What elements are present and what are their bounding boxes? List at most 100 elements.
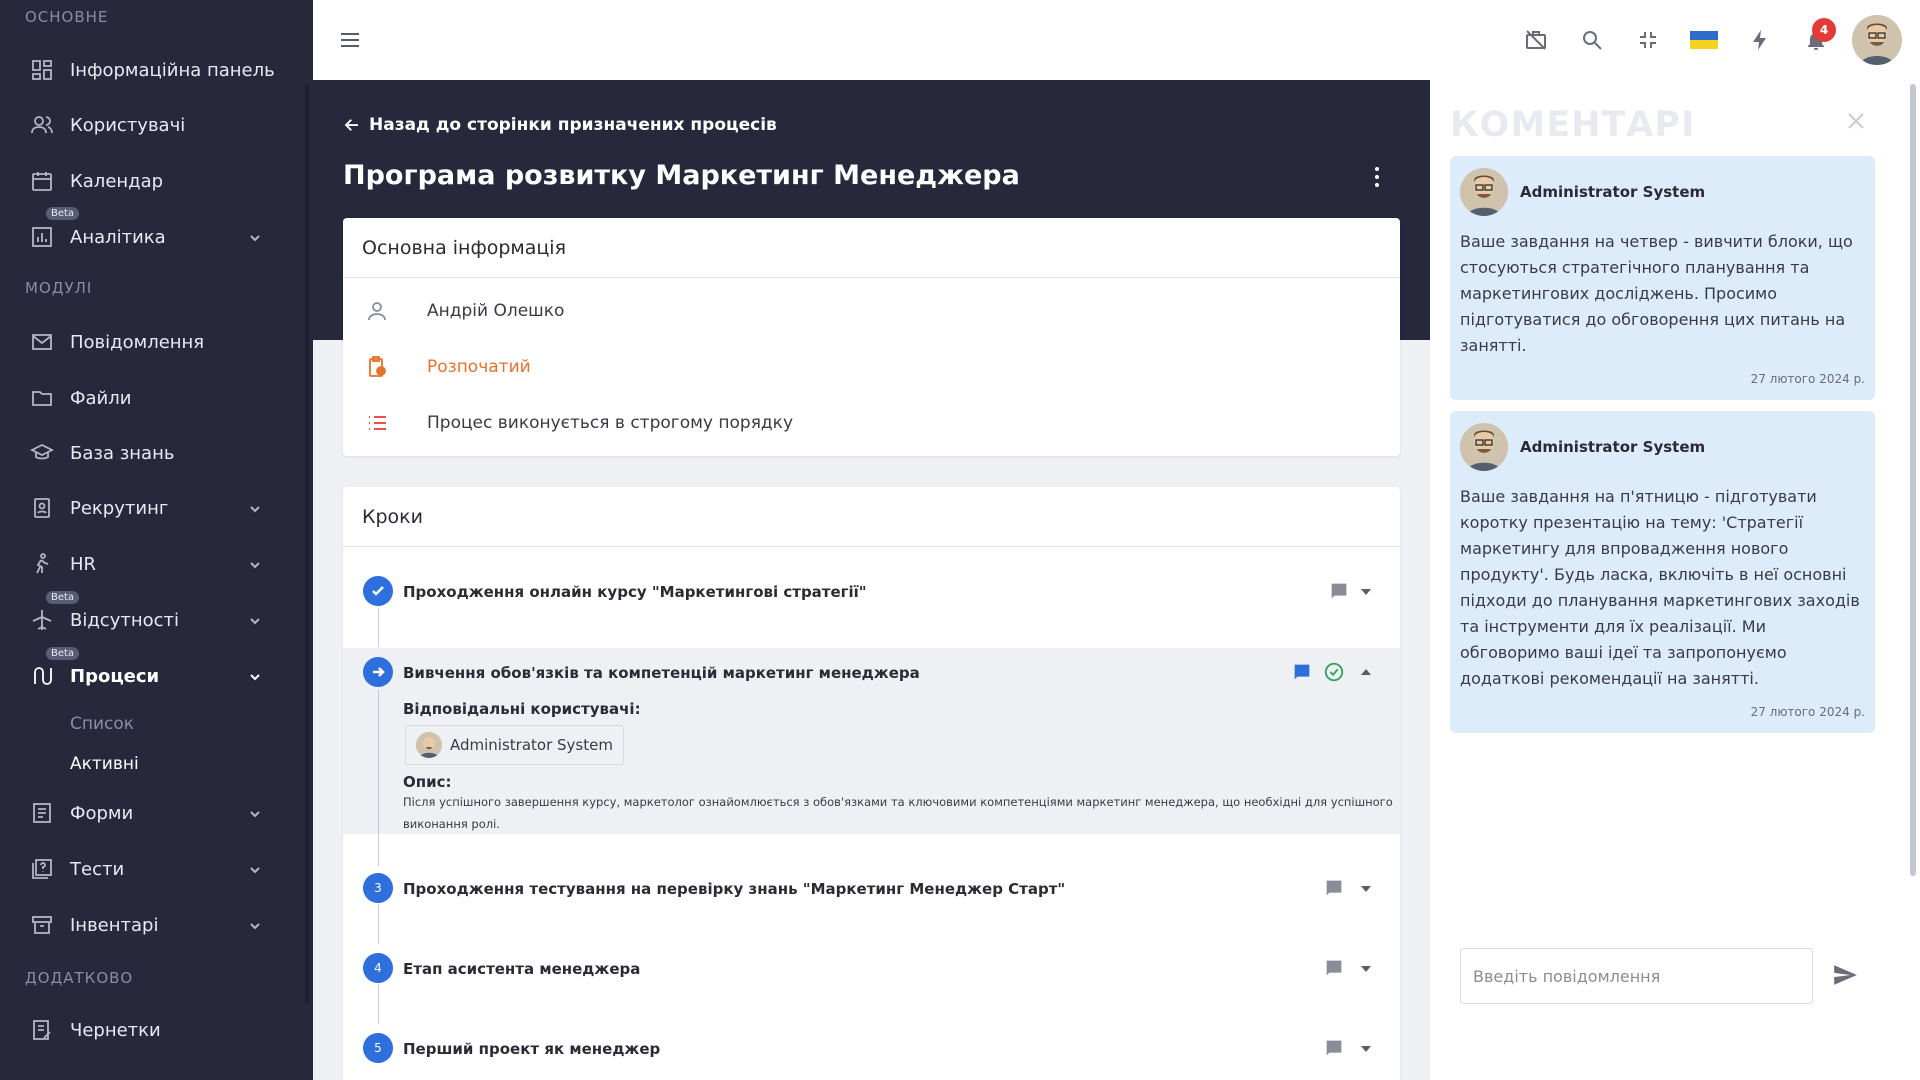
description-text-line2: виконання ролі.: [403, 817, 500, 831]
flash-icon[interactable]: [1732, 12, 1788, 68]
comment-author: Administrator System: [1520, 438, 1706, 456]
sidebar-item-label: Користувачі: [70, 114, 186, 136]
step-connector: [378, 904, 379, 944]
assignee-name: Андрій Олешко: [427, 301, 565, 321]
sidebar-item-label: Інвентарі: [70, 914, 159, 936]
sidebar-item-tests[interactable]: Тести: [0, 846, 300, 892]
sidebar-item-hr[interactable]: HR: [0, 541, 300, 587]
info-card-heading: Основна інформація: [343, 218, 1400, 278]
work-off-icon[interactable]: [1508, 12, 1564, 68]
step-number: 5: [363, 1033, 393, 1063]
hamburger-menu-icon[interactable]: [338, 28, 362, 52]
expand-caret-icon[interactable]: [1361, 589, 1371, 595]
responsible-user-chip[interactable]: Administrator System: [405, 725, 624, 765]
description-text-line1: Після успішного завершення курсу, маркет…: [403, 795, 1393, 809]
collapse-icon[interactable]: [1620, 12, 1676, 68]
back-link[interactable]: Назад до сторінки призначених процесів: [343, 115, 777, 135]
step-title: Етап асистента менеджера: [403, 960, 641, 978]
sidebar-item-inventory[interactable]: Інвентарі: [0, 902, 300, 948]
close-icon[interactable]: [1845, 110, 1867, 132]
analytics-icon: [29, 224, 55, 250]
comment-icon[interactable]: [1328, 580, 1350, 602]
step-title: Проходження онлайн курсу "Маркетингові с…: [403, 583, 867, 601]
person-icon: [363, 299, 391, 323]
sidebar-scrollbar[interactable]: [305, 84, 309, 1004]
comment-icon[interactable]: [1323, 957, 1345, 979]
topbar: 4: [313, 0, 1920, 80]
user-avatar[interactable]: [1852, 15, 1902, 65]
more-options-icon[interactable]: [1365, 163, 1389, 191]
status-text: Розпочатий: [427, 357, 531, 377]
dashboard-icon: [29, 57, 55, 83]
sidebar-item-absences[interactable]: Відсутності: [0, 597, 300, 643]
avatar: [416, 732, 442, 758]
info-card: Основна інформація Андрій Олешко Розпоча…: [343, 218, 1400, 456]
chevron-down-icon: [248, 612, 262, 626]
clipboard-clock-icon: [363, 355, 391, 379]
step-done-icon: [363, 576, 393, 606]
badge-icon: [29, 495, 55, 521]
step-connector: [378, 984, 379, 1024]
sidebar-subitem-list[interactable]: Список: [70, 714, 134, 734]
sidebar-item-drafts[interactable]: Чернетки: [0, 1007, 300, 1053]
sidebar-item-analytics[interactable]: Аналітика: [0, 214, 300, 260]
notification-bell-icon[interactable]: 4: [1788, 12, 1844, 68]
airplane-icon: [29, 607, 55, 633]
step-connector: [378, 607, 379, 647]
sidebar-item-files[interactable]: Файли: [0, 375, 300, 421]
description-label: Опис:: [403, 773, 452, 791]
step-item[interactable]: Проходження онлайн курсу "Маркетингові с…: [343, 576, 1400, 606]
sidebar-item-processes[interactable]: Процеси: [0, 653, 300, 699]
arrow-back-icon: [344, 119, 358, 131]
sidebar-item-recruiting[interactable]: Рекрутинг: [0, 485, 300, 531]
search-icon[interactable]: [1564, 12, 1620, 68]
collapse-caret-icon[interactable]: [1361, 669, 1371, 675]
sidebar-subitem-active[interactable]: Активні: [70, 754, 139, 774]
page-scrollbar[interactable]: [1910, 84, 1916, 876]
section-title-modules: МОДУЛІ: [25, 279, 93, 297]
expand-caret-icon[interactable]: [1361, 886, 1371, 892]
comment-icon[interactable]: [1323, 877, 1345, 899]
sidebar-item-label: Форми: [70, 802, 134, 824]
sidebar-item-users[interactable]: Користувачі: [0, 102, 300, 148]
sidebar-item-label: Аналітика: [70, 226, 166, 248]
graduation-cap-icon: [29, 440, 55, 466]
step-item[interactable]: 4 Етап асистента менеджера: [343, 953, 1400, 983]
chevron-down-icon: [248, 805, 262, 819]
comment-icon[interactable]: [1291, 661, 1313, 683]
send-icon[interactable]: [1832, 962, 1860, 990]
draft-icon: [29, 1017, 55, 1043]
mail-icon: [29, 329, 55, 355]
comment-input[interactable]: [1460, 948, 1813, 1004]
sidebar-item-label: Повідомлення: [70, 331, 205, 353]
sidebar-item-calendar[interactable]: Календар: [0, 158, 300, 204]
step-item[interactable]: 3 Проходження тестування на перевірку зн…: [343, 873, 1400, 903]
chevron-down-icon: [248, 500, 262, 514]
archive-icon: [29, 912, 55, 938]
step-connector: [378, 690, 379, 866]
step-title: Перший проект як менеджер: [403, 1040, 661, 1058]
chevron-down-icon: [248, 917, 262, 931]
ua-flag-icon[interactable]: [1676, 12, 1732, 68]
complete-check-icon[interactable]: [1323, 661, 1345, 683]
folder-icon: [29, 385, 55, 411]
comment-card: Administrator System Ваше завдання на че…: [1450, 156, 1875, 400]
step-item-expanded[interactable]: Вивчення обов'язків та компетенцій марке…: [343, 657, 1400, 687]
step-title: Проходження тестування на перевірку знан…: [403, 880, 1066, 898]
chevron-down-icon: [248, 861, 262, 875]
comment-icon[interactable]: [1323, 1037, 1345, 1059]
back-link-label: Назад до сторінки призначених процесів: [369, 115, 777, 135]
sidebar-item-label: Тести: [70, 858, 125, 880]
expand-caret-icon[interactable]: [1361, 1046, 1371, 1052]
comment-text: Ваше завдання на четвер - вивчити блоки,…: [1460, 232, 1853, 355]
page-title: Програма розвитку Маркетинг Менеджера: [343, 160, 1020, 191]
notification-badge: 4: [1812, 18, 1836, 42]
sidebar-item-knowledge[interactable]: База знань: [0, 430, 300, 476]
sidebar-item-dashboard[interactable]: Інформаційна панель: [0, 47, 300, 93]
sidebar-item-messages[interactable]: Повідомлення: [0, 319, 300, 365]
users-icon: [29, 112, 55, 138]
quiz-icon: [29, 856, 55, 882]
expand-caret-icon[interactable]: [1361, 966, 1371, 972]
sidebar-item-forms[interactable]: Форми: [0, 790, 300, 836]
step-item[interactable]: 5 Перший проект як менеджер: [343, 1033, 1400, 1063]
